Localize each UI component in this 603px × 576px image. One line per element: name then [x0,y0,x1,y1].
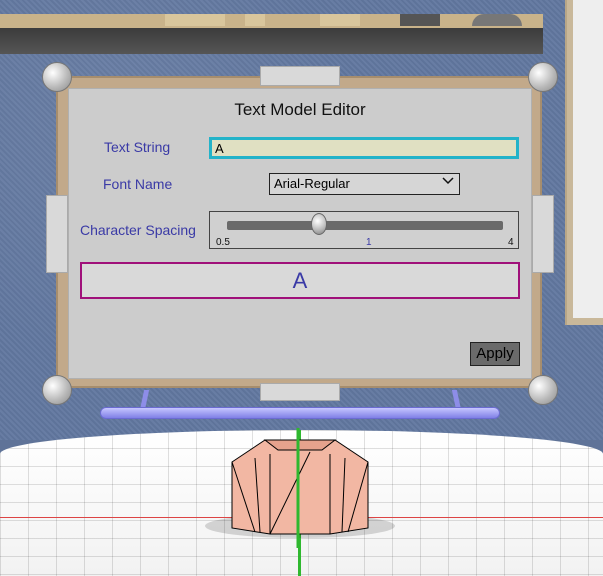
shelf-item [320,14,360,26]
corner-ball-top-right[interactable] [528,62,558,92]
text-string-input[interactable]: A [209,137,519,159]
model-top-face [263,439,337,451]
shelf-item [400,14,440,26]
model-body [231,439,369,535]
right-board-surface [573,0,603,318]
slider-max-label: 4 [508,237,514,248]
character-spacing-slider[interactable]: 0.5 1 4 [209,211,519,249]
editor-title: Text Model Editor [234,100,366,119]
shelf-item [245,14,265,26]
text-model-3d[interactable] [190,428,410,548]
slider-min-label: 0.5 [216,237,230,248]
font-name-selected: Arial-Regular [274,176,350,191]
shelf-underside [0,28,543,54]
slider-mid-label: 1 [366,237,372,248]
right-handle[interactable] [532,195,554,273]
slider-track[interactable] [227,221,503,230]
top-handle[interactable] [260,66,340,86]
text-preview: A [80,262,520,299]
slider-thumb-icon[interactable] [311,213,327,235]
text-string-label: Text String [104,139,171,155]
font-name-select[interactable]: Arial-Regular [269,173,460,195]
3d-scene: Text Model Editor Text String A Font Nam… [0,0,603,576]
panel-rail[interactable] [100,407,500,419]
shelf-item [472,14,522,26]
font-name-label: Font Name [103,176,173,192]
left-handle[interactable] [46,195,68,273]
corner-ball-bottom-right[interactable] [528,375,558,405]
shelf-item [165,14,225,26]
corner-ball-bottom-left[interactable] [42,375,72,405]
chevron-down-icon[interactable] [442,175,454,189]
bottom-handle[interactable] [260,383,340,401]
apply-button[interactable]: Apply [470,342,520,366]
character-spacing-label: Character Spacing [80,222,196,238]
